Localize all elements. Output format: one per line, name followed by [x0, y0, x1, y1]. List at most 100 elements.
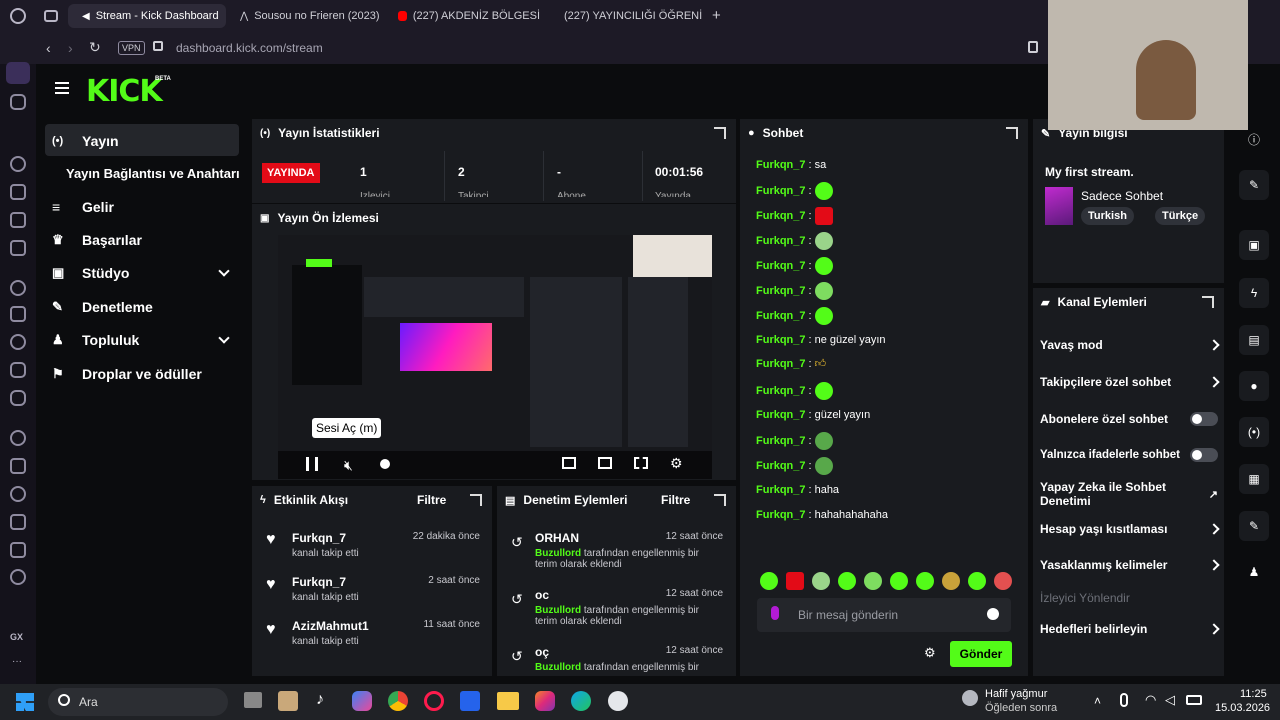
chat-input[interactable]: Bir mesaj gönderin	[757, 598, 1011, 632]
nav-item-basarilar[interactable]: ♛ Başarılar	[52, 232, 142, 248]
hamburger-menu-icon[interactable]	[55, 82, 69, 94]
community-icon[interactable]: ♟	[1239, 557, 1269, 587]
undo-icon[interactable]: ↺	[511, 591, 523, 608]
nav-item-studyo[interactable]: ▣ Stüdyo	[52, 265, 129, 281]
nav-item-gelir[interactable]: ≡ Gelir	[52, 199, 114, 215]
edit-icon[interactable]: ✎	[1239, 170, 1269, 200]
fullscreen-icon[interactable]	[634, 457, 648, 469]
emote-icon[interactable]	[994, 572, 1012, 590]
home-icon[interactable]	[6, 62, 30, 84]
chat-username[interactable]: Furkqn_7	[756, 385, 806, 397]
app-icon[interactable]	[278, 691, 298, 711]
tab-frieren[interactable]: ⋀ Sousou no Frieren (2023)	[232, 4, 390, 28]
expand-icon[interactable]	[714, 127, 726, 139]
kick-logo[interactable]: KICK	[86, 74, 163, 109]
new-tab-button[interactable]: +	[712, 7, 721, 24]
speed-dial-icon[interactable]	[10, 156, 26, 172]
action-followers-only[interactable]: Takipçilere özel sohbet	[1040, 375, 1220, 389]
skull-emote-icon[interactable]	[814, 232, 833, 250]
workspaces-icon[interactable]	[44, 10, 58, 22]
vpn-badge[interactable]: VPN	[118, 41, 145, 55]
instagram-icon[interactable]	[535, 691, 555, 711]
theater-icon[interactable]	[562, 457, 576, 469]
send-button[interactable]: Gönder	[950, 641, 1012, 667]
lock-icon[interactable]	[153, 41, 163, 51]
frog-emote-icon[interactable]	[814, 457, 833, 475]
expand-icon[interactable]	[1006, 127, 1018, 139]
mod-name[interactable]: Buzullord	[535, 548, 581, 559]
folder-icon[interactable]	[497, 692, 519, 710]
action-banned-words[interactable]: Yasaklanmış kelimeler	[1040, 558, 1220, 572]
battery-icon[interactable]	[1186, 695, 1202, 705]
tray-chevron-up-icon[interactable]: ˄	[1094, 694, 1101, 708]
angry-emote-icon[interactable]	[786, 572, 804, 590]
chat-username[interactable]: Furkqn_7	[756, 435, 806, 447]
mod-name[interactable]: Buzullord	[535, 662, 581, 673]
emote-icon[interactable]	[814, 382, 833, 400]
url-text[interactable]: dashboard.kick.com/stream	[176, 41, 323, 55]
nav-item-yayin[interactable]: (•) Yayın	[52, 133, 119, 149]
chrome-icon[interactable]	[388, 691, 408, 711]
moderation-filter-button[interactable]: Filtre	[661, 493, 690, 507]
video-player[interactable]: 🔇︎ ⚙	[278, 235, 712, 479]
wallet-icon[interactable]	[10, 212, 26, 228]
tabs-icon[interactable]	[10, 458, 26, 474]
edge-icon[interactable]	[571, 691, 591, 711]
clock-date[interactable]: 15.03.2026	[1215, 702, 1270, 714]
angry-emote-icon[interactable]	[814, 207, 833, 225]
player-icon[interactable]	[10, 430, 26, 446]
microphone-icon[interactable]	[1120, 693, 1128, 707]
instagram-icon[interactable]	[10, 362, 26, 378]
undo-icon[interactable]: ↺	[511, 534, 523, 551]
bag-icon[interactable]	[10, 184, 26, 200]
browser-menu-icon[interactable]	[10, 8, 26, 24]
notes-icon[interactable]: ▤	[1239, 325, 1269, 355]
nav-item-denetleme[interactable]: ✎ Denetleme	[52, 299, 153, 315]
emote-icon[interactable]	[838, 572, 856, 590]
wrench-icon[interactable]: ✎	[1239, 511, 1269, 541]
steam-icon[interactable]	[608, 691, 628, 711]
chat-username[interactable]: Furkqn_7	[756, 409, 806, 421]
settings-icon[interactable]	[10, 569, 26, 585]
emote-only-toggle[interactable]	[1190, 448, 1218, 462]
forward-icon[interactable]: ›	[68, 40, 73, 56]
emote-icon[interactable]	[890, 572, 908, 590]
mod-name[interactable]: Buzullord	[535, 605, 581, 616]
openai-icon[interactable]	[10, 280, 26, 296]
chat-username[interactable]: Furkqn_7	[756, 358, 806, 370]
wifi-icon[interactable]: ◠	[1145, 692, 1156, 708]
emote-icon[interactable]	[814, 307, 833, 325]
taskbar-search[interactable]: Ara	[48, 688, 228, 716]
pip-icon[interactable]	[598, 457, 612, 469]
microphone-icon[interactable]	[771, 606, 779, 620]
expand-icon[interactable]	[714, 494, 726, 506]
pin-icon[interactable]	[1028, 41, 1038, 53]
nav-item-topluluk[interactable]: ♟ Topluluk	[52, 332, 139, 348]
chat-username[interactable]: Furkqn_7	[756, 185, 806, 197]
chat-username[interactable]: Furkqn_7	[756, 235, 806, 247]
music-icon[interactable]	[10, 240, 26, 256]
chat-username[interactable]: Furkqn_7	[756, 285, 806, 297]
extensions-icon[interactable]	[10, 542, 26, 558]
chat-username[interactable]: Furkqn_7	[756, 310, 806, 322]
clock-time[interactable]: 11:25	[1240, 688, 1267, 700]
emote-icon[interactable]	[760, 572, 778, 590]
audio-icon[interactable]: ◀	[82, 11, 90, 22]
bolt-icon[interactable]: ϟ	[1239, 278, 1269, 308]
activity-filter-button[interactable]: Filtre	[417, 493, 446, 507]
undo-icon[interactable]: ↺	[511, 648, 523, 665]
task-view-icon[interactable]	[244, 692, 262, 708]
downloads-icon[interactable]	[10, 514, 26, 530]
chat-username[interactable]: Furkqn_7	[756, 260, 806, 272]
twitch-icon[interactable]	[10, 306, 26, 322]
emote-icon[interactable]	[942, 572, 960, 590]
emote-icon[interactable]	[916, 572, 934, 590]
frog-emote-icon[interactable]	[814, 432, 833, 450]
action-goals[interactable]: Hedefleri belirleyin	[1040, 622, 1220, 636]
expand-icon[interactable]	[1202, 296, 1214, 308]
emoji-icon[interactable]	[987, 608, 999, 620]
action-slow-mode[interactable]: Yavaş mod	[1040, 338, 1220, 352]
emote-icon[interactable]	[814, 182, 833, 200]
emote-icon[interactable]	[814, 257, 833, 275]
subs-only-toggle[interactable]	[1190, 412, 1218, 426]
